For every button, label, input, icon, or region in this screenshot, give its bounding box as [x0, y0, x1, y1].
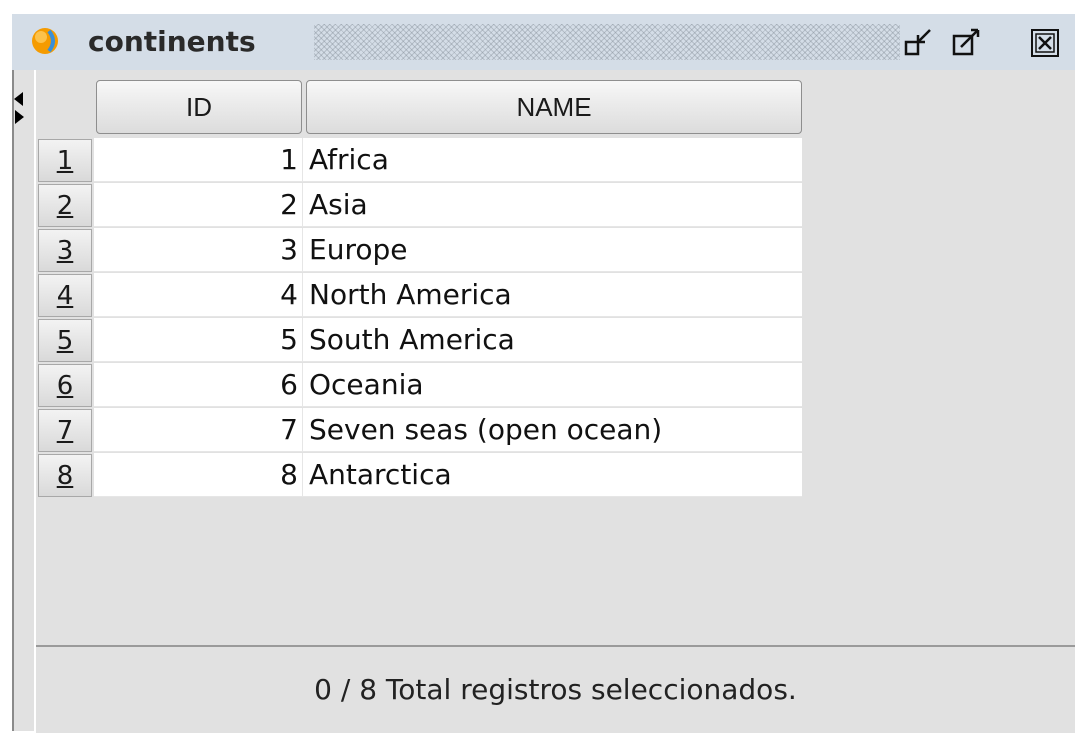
cell-name[interactable]: South America	[302, 318, 802, 362]
row-number[interactable]: 2	[38, 184, 92, 227]
column-header-name[interactable]: NAME	[306, 80, 802, 134]
continents-window: continents ID NAME 1 1 Africa 2 2 Asia 3…	[12, 14, 1075, 733]
database-app-icon	[32, 28, 58, 54]
cell-name[interactable]: Antarctica	[302, 453, 802, 497]
cell-name[interactable]: North America	[302, 273, 802, 317]
collapse-left-arrow-icon[interactable]	[14, 92, 24, 106]
table-row[interactable]: 1 1 Africa	[36, 138, 806, 183]
cell-name[interactable]: Oceania	[302, 363, 802, 407]
table-row[interactable]: 6 6 Oceania	[36, 363, 806, 408]
maximize-icon[interactable]	[952, 28, 982, 58]
cell-id[interactable]: 1	[94, 138, 302, 182]
strip-edge	[12, 70, 14, 731]
cell-id[interactable]: 6	[94, 363, 302, 407]
table-row[interactable]: 8 8 Antarctica	[36, 453, 806, 498]
window-titlebar[interactable]: continents	[12, 14, 1075, 70]
row-number[interactable]: 8	[38, 454, 92, 497]
row-number[interactable]: 1	[38, 139, 92, 182]
row-number[interactable]: 7	[38, 409, 92, 452]
cell-name[interactable]: Europe	[302, 228, 802, 272]
cell-name[interactable]: Asia	[302, 183, 802, 227]
column-header-id[interactable]: ID	[96, 80, 302, 134]
table-row[interactable]: 5 5 South America	[36, 318, 806, 363]
cell-name[interactable]: Seven seas (open ocean)	[302, 408, 802, 452]
cell-id[interactable]: 4	[94, 273, 302, 317]
cell-id[interactable]: 3	[94, 228, 302, 272]
expand-right-arrow-icon[interactable]	[14, 110, 24, 124]
titlebar-texture	[314, 24, 900, 60]
table-row[interactable]: 2 2 Asia	[36, 183, 806, 228]
cell-id[interactable]: 8	[94, 453, 302, 497]
row-number[interactable]: 5	[38, 319, 92, 362]
row-number[interactable]: 3	[38, 229, 92, 272]
window-title: continents	[88, 25, 256, 58]
selection-status-text: 0 / 8 Total registros seleccionados.	[314, 673, 797, 706]
cell-name[interactable]: Africa	[302, 138, 802, 182]
close-icon[interactable]	[1030, 28, 1060, 58]
status-bar: 0 / 8 Total registros seleccionados.	[36, 645, 1075, 733]
row-number[interactable]: 6	[38, 364, 92, 407]
table-row[interactable]: 7 7 Seven seas (open ocean)	[36, 408, 806, 453]
restore-down-icon[interactable]	[904, 28, 934, 58]
row-number[interactable]: 4	[38, 274, 92, 317]
table-row[interactable]: 3 3 Europe	[36, 228, 806, 273]
navigator-strip	[12, 70, 36, 731]
cell-id[interactable]: 2	[94, 183, 302, 227]
cell-id[interactable]: 7	[94, 408, 302, 452]
data-grid: ID NAME 1 1 Africa 2 2 Asia 3 3 Europe 4…	[36, 70, 1075, 644]
table-row[interactable]: 4 4 North America	[36, 273, 806, 318]
cell-id[interactable]: 5	[94, 318, 302, 362]
